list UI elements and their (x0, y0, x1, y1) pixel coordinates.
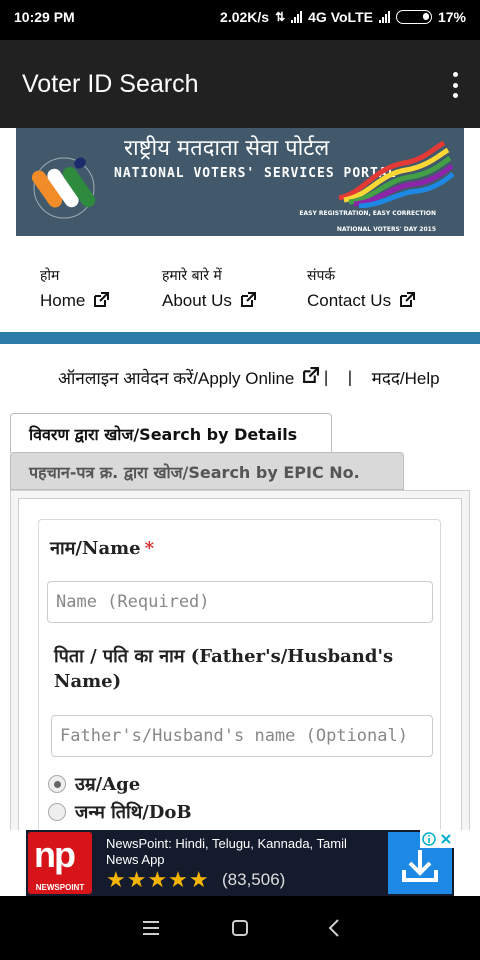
ad-info-icon[interactable] (422, 832, 436, 846)
dob-radio-label: जन्म तिथि/DoB (75, 802, 192, 823)
separator: | (323, 367, 329, 387)
nav-home-hindi: होम (40, 268, 60, 284)
banner-title-hindi: राष्ट्रीय मतदाता सेवा पोर्टल (124, 136, 330, 161)
status-right: 2.02K/s ⇅ 4G VoLTE 17% (220, 9, 466, 25)
tab-search-by-details-label: विवरण द्वारा खोज/Search by Details (29, 425, 298, 444)
age-radio[interactable] (48, 775, 66, 793)
data-arrows-icon: ⇅ (275, 10, 286, 24)
ad-title: NewsPoint: Hindi, Telugu, Kannada, Tamil… (106, 836, 347, 867)
ad-banner[interactable]: np NEWSPOINT NewsPoint: Hindi, Telugu, K… (26, 830, 454, 896)
signal-icon-2 (378, 11, 390, 23)
more-vert-icon[interactable] (450, 72, 460, 98)
help-link[interactable]: मदद/Help (372, 369, 440, 388)
separator: | (347, 367, 353, 387)
banner-event: NATIONAL VOTERS' DAY 2015 (336, 226, 436, 233)
relative-name-label: पिता / पति का नाम (Father's/Husband's Na… (54, 644, 393, 694)
tab-search-by-details[interactable]: विवरण द्वारा खोज/Search by Details (10, 413, 332, 453)
rating-stars-icon: ★★★★★ (106, 868, 210, 893)
external-link-icon (241, 292, 257, 307)
newspoint-logo: np NEWSPOINT (28, 832, 92, 894)
tab-search-by-epic[interactable]: पहचान-पत्र क्र. द्वारा खोज/Search by EPI… (10, 452, 404, 490)
nav-home[interactable]: होम Home (40, 266, 110, 311)
ad-rating-count: (83,506) (222, 870, 286, 889)
relative-name-label-line2: Name) (54, 671, 122, 692)
network-type: 4G VoLTE (308, 9, 373, 25)
nav-home-label[interactable]: Home (40, 291, 85, 310)
relative-name-label-line1: पिता / पति का नाम (Father's/Husband's (54, 646, 394, 667)
name-label-text: नाम/Name (50, 538, 141, 559)
ribbon-graphic-icon (338, 140, 454, 208)
home-square-icon[interactable] (231, 918, 249, 938)
app-title: Voter ID Search (22, 70, 199, 98)
nav-about[interactable]: हमारे बारे में About Us (162, 266, 257, 311)
status-bar: 10:29 PM 2.02K/s ⇅ 4G VoLTE 17% (0, 0, 480, 40)
nav-contact[interactable]: संपर्क Contact Us (307, 266, 416, 311)
signal-icon (291, 11, 303, 23)
apply-help-row: ऑनलाइन आवेदन करें/Apply Online | | मदद/H… (58, 366, 470, 389)
nav-about-label[interactable]: About Us (162, 291, 232, 310)
relative-name-input[interactable] (51, 715, 433, 757)
back-icon[interactable] (326, 918, 344, 938)
newspoint-logo-mark: np (34, 834, 76, 875)
status-time: 10:29 PM (14, 9, 75, 25)
nav-contact-label[interactable]: Contact Us (307, 291, 391, 310)
battery-icon (395, 10, 432, 24)
top-nav: होम Home हमारे बारे में About Us संपर्क … (0, 266, 480, 326)
external-link-icon (400, 292, 416, 307)
name-input[interactable] (47, 581, 433, 623)
external-link-icon (94, 292, 110, 307)
nav-contact-hindi: संपर्क (307, 268, 336, 284)
age-radio-label: उम्र/Age (75, 774, 141, 795)
ad-close-button[interactable] (420, 830, 454, 848)
section-divider (0, 332, 480, 344)
network-speed: 2.02K/s (220, 9, 270, 25)
dob-option[interactable]: जन्म तिथि/DoB (48, 800, 192, 824)
battery-level: 17% (437, 9, 466, 25)
dob-radio[interactable] (48, 803, 66, 821)
apply-online-link[interactable]: ऑनलाइन आवेदन करें/Apply Online (58, 369, 294, 388)
app-bar: Voter ID Search (0, 40, 480, 128)
tab-search-by-epic-label: पहचान-पत्र क्र. द्वारा खोज/Search by EPI… (29, 463, 360, 482)
external-link-icon (303, 366, 320, 383)
age-option[interactable]: उम्र/Age (48, 772, 140, 796)
nav-about-hindi: हमारे बारे में (162, 268, 222, 284)
newspoint-logo-caption: NEWSPOINT (35, 883, 85, 892)
required-marker: * (144, 538, 155, 559)
portal-banner[interactable]: राष्ट्रीय मतदाता सेवा पोर्टल NATIONAL VO… (16, 128, 464, 236)
close-icon[interactable] (440, 833, 452, 845)
voting-finger-logo-icon (31, 157, 96, 219)
banner-tagline: EASY REGISTRATION, EASY CORRECTION (299, 210, 436, 217)
name-label: नाम/Name * (50, 536, 154, 560)
menu-icon[interactable] (142, 918, 160, 938)
